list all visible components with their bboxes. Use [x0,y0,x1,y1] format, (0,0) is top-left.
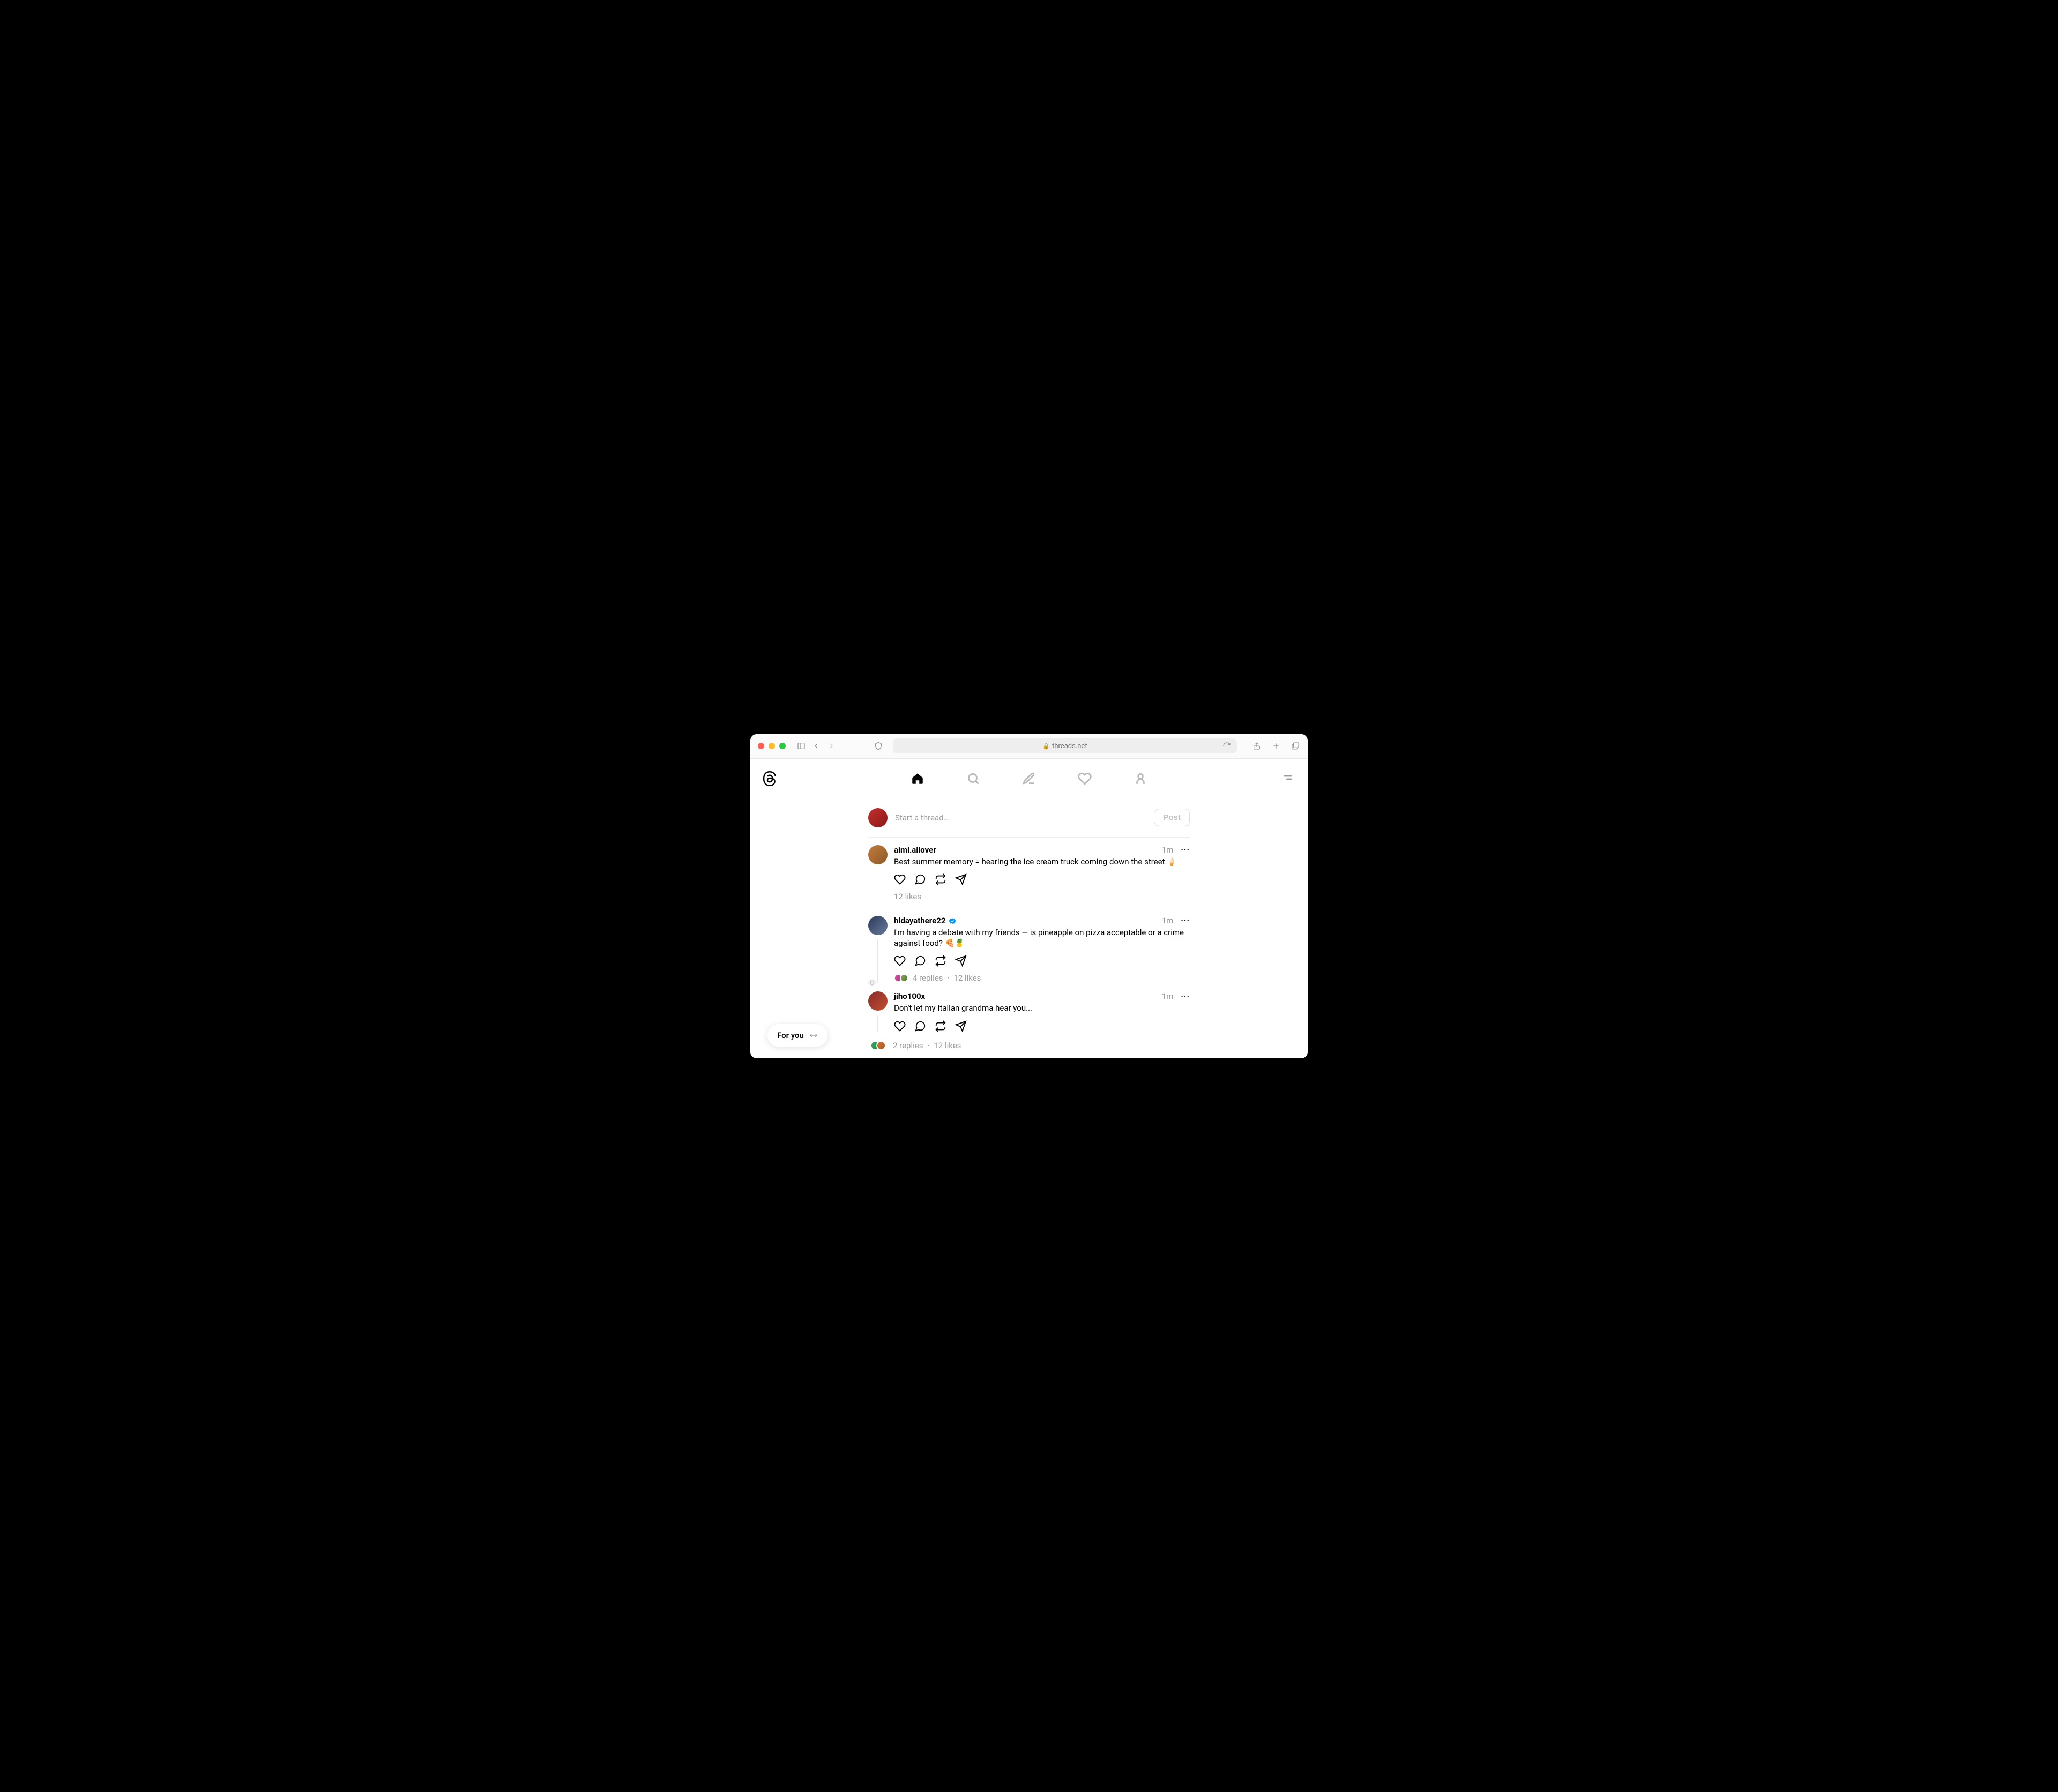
my-avatar[interactable] [868,808,888,827]
share-icon[interactable] [1252,741,1262,751]
sidebar-toggle-icon[interactable] [796,741,806,751]
post-body: Best summer memory = hearing the ice cre… [894,856,1190,867]
post-body: Don't let my Italian grandma hear you... [894,1003,1190,1013]
replies-count[interactable]: 2 replies [893,1041,923,1050]
browser-chrome: 🔒 threads.net [750,734,1308,759]
post-menu-icon[interactable]: ··· [1181,991,1190,1001]
composer[interactable]: Start a thread... Post [868,798,1190,837]
share-button[interactable] [955,873,967,885]
replies-count[interactable]: 4 replies [913,973,943,983]
feed-switcher-pill[interactable]: For you [767,1024,827,1047]
new-tab-icon[interactable] [1271,741,1281,751]
thread-avatars [868,1041,888,1050]
timestamp: 1m [1162,916,1174,925]
post-button[interactable]: Post [1154,809,1190,826]
verified-badge-icon [949,917,956,924]
reply-button[interactable] [914,1020,926,1032]
back-button[interactable] [811,741,821,751]
post-menu-icon[interactable]: ··· [1181,845,1190,855]
repost-button[interactable] [935,873,946,885]
likes-count[interactable]: 12 likes [934,1041,961,1050]
post-actions [894,873,1190,885]
like-button[interactable] [894,955,906,967]
swap-icon [809,1031,818,1040]
lock-icon: 🔒 [1042,743,1050,750]
share-button[interactable] [955,1020,967,1032]
post-section: hidayathere22 1m ··· I'm having a debate… [868,908,1190,1058]
composer-placeholder[interactable]: Start a thread... [895,813,1146,823]
reply-button[interactable] [914,873,926,885]
shield-icon[interactable] [874,741,883,751]
app-header [750,759,1308,798]
tabs-icon[interactable] [1291,741,1300,751]
post-actions [894,955,1190,967]
forward-button[interactable] [826,741,836,751]
avatar[interactable] [868,991,888,1011]
reply-button[interactable] [914,955,926,967]
minimize-window-button[interactable] [769,743,775,749]
reply-post[interactable]: jiho100x 1m ··· Don't let my Italian gra… [868,989,1190,1038]
post-body: I'm having a debate with my friends — is… [894,927,1190,949]
timestamp: 1m [1162,991,1174,1001]
username[interactable]: hidayathere22 [894,916,945,925]
repost-button[interactable] [935,1020,946,1032]
post-menu-icon[interactable]: ··· [1181,916,1190,925]
maximize-window-button[interactable] [779,743,786,749]
post-section: aimi.allover 1m ··· Best summer memory =… [868,838,1190,908]
post[interactable]: aimi.allover 1m ··· Best summer memory =… [868,838,1190,908]
menu-icon[interactable] [1282,772,1294,786]
feed: Start a thread... Post aimi.allover 1m ·… [868,798,1190,1058]
thread-line [877,1015,878,1032]
timestamp: 1m [1162,845,1174,855]
avatar[interactable] [868,845,888,864]
share-button[interactable] [955,955,967,967]
home-icon[interactable] [911,772,924,786]
avatar[interactable] [868,916,888,935]
close-window-button[interactable] [758,743,764,749]
profile-icon[interactable] [1134,772,1147,786]
likes-count[interactable]: 12 likes [953,973,981,983]
thread-bubble-icon [867,977,877,988]
like-button[interactable] [894,873,906,885]
like-button[interactable] [894,1020,906,1032]
repliers-avatars [894,974,908,982]
browser-window: 🔒 threads.net [750,734,1308,1058]
activity-icon[interactable] [1078,772,1092,786]
username[interactable]: aimi.allover [894,845,936,855]
threads-logo[interactable] [762,771,777,786]
repost-button[interactable] [935,955,946,967]
compose-icon[interactable] [1022,772,1036,786]
likes-count[interactable]: 12 likes [894,892,921,901]
window-controls [758,743,786,749]
url-bar[interactable]: 🔒 threads.net [893,738,1237,753]
feed-switcher-label: For you [777,1031,804,1040]
post-actions [894,1020,1190,1032]
thread-summary[interactable]: 2 replies · 12 likes [868,1039,1190,1058]
nav-tabs [911,772,1147,786]
post-stats[interactable]: 12 likes [894,892,1190,901]
reload-icon[interactable] [1222,741,1232,751]
post-stats[interactable]: 4 replies · 12 likes [894,973,1190,983]
thread-line [877,939,878,983]
search-icon[interactable] [966,772,980,786]
post[interactable]: hidayathere22 1m ··· I'm having a debate… [868,908,1190,990]
url-text: threads.net [1052,742,1087,750]
username[interactable]: jiho100x [894,991,925,1001]
